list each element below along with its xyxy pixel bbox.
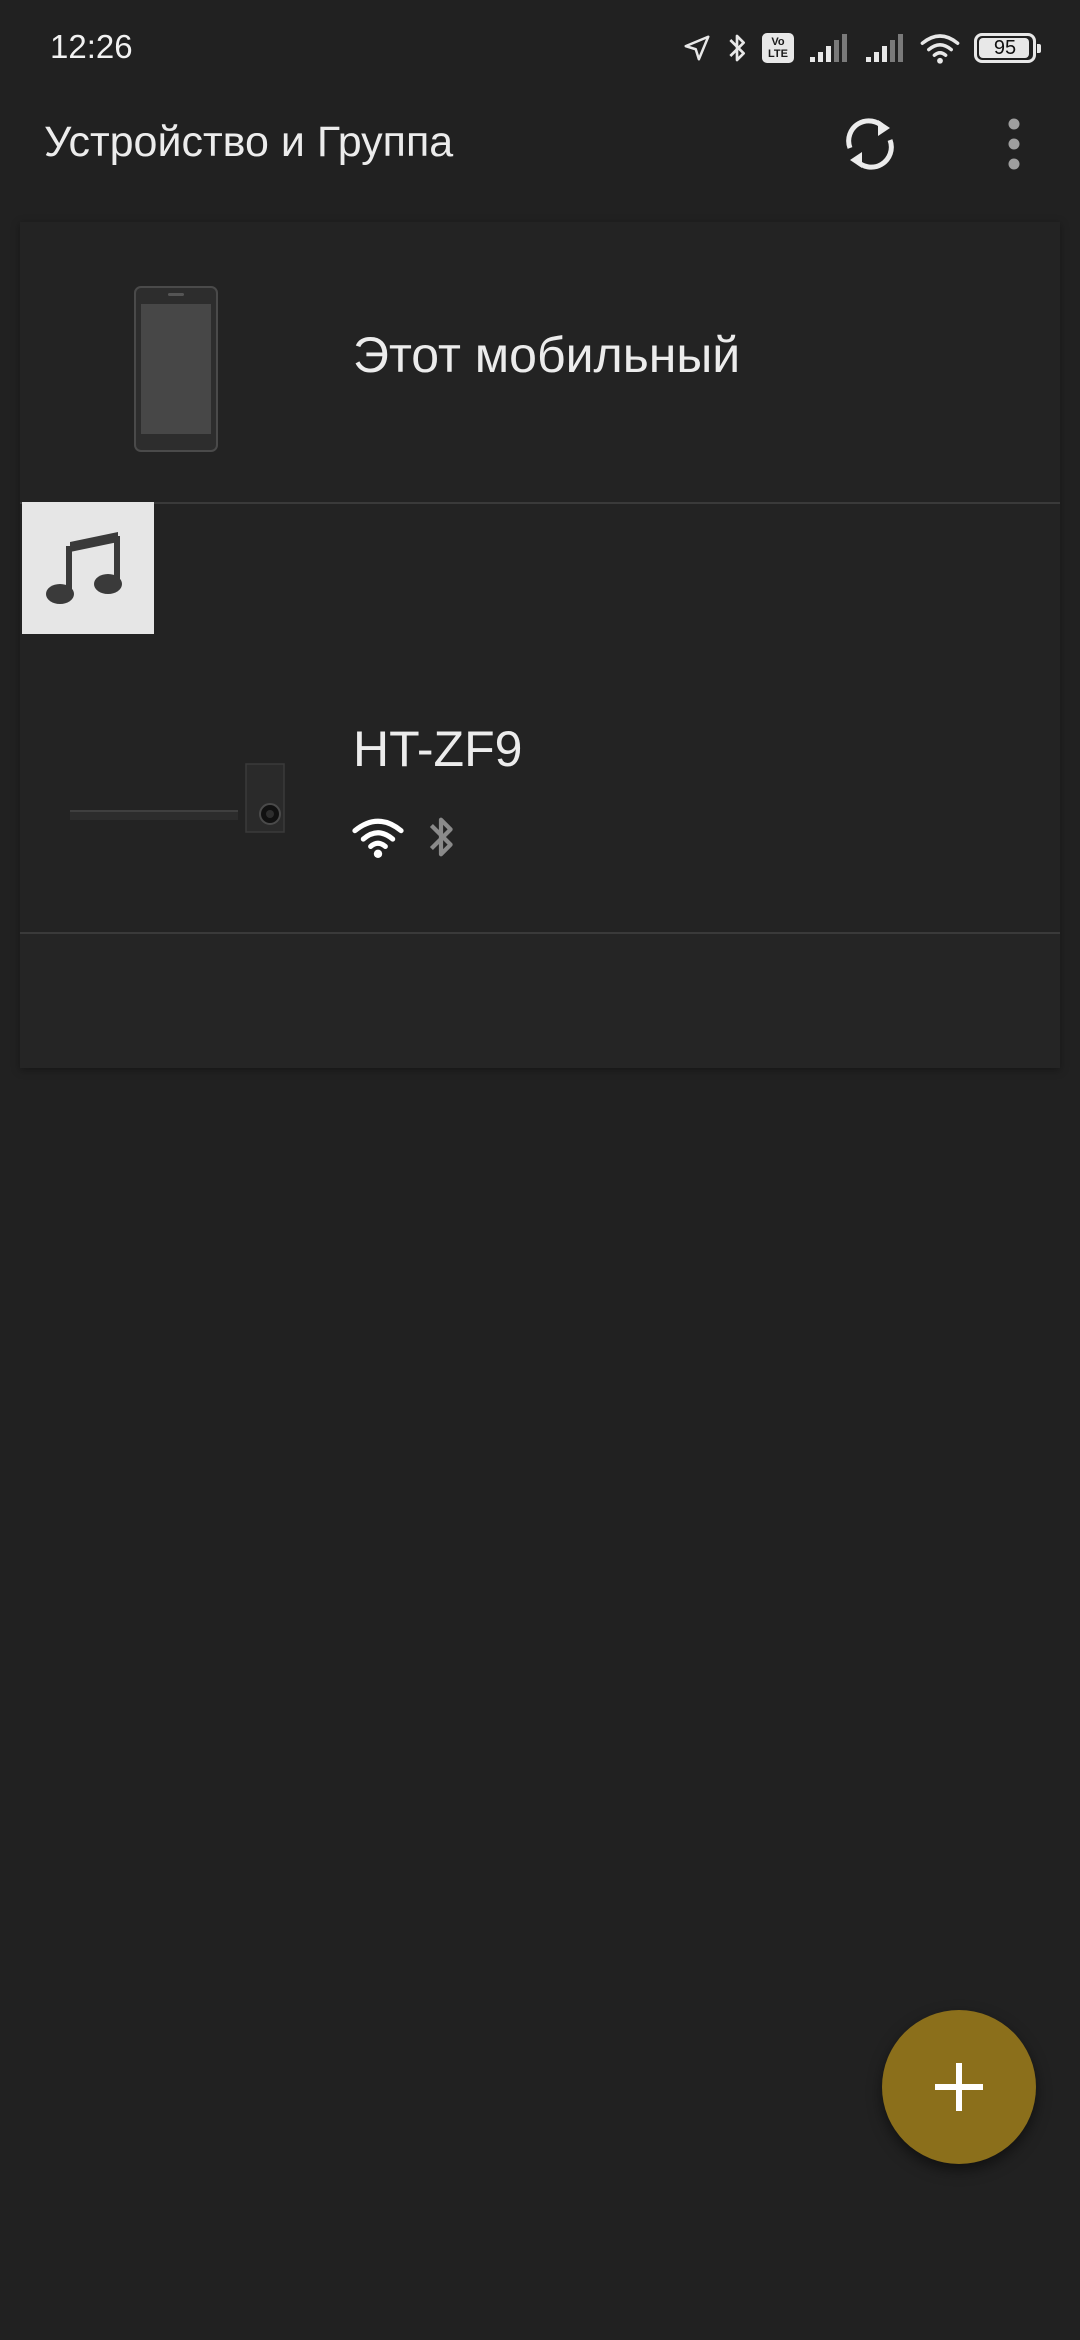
refresh-button[interactable]	[838, 112, 902, 176]
device-name-mobile: Этот мобильный	[353, 327, 741, 383]
refresh-icon	[846, 118, 894, 170]
more-vert-icon	[1008, 118, 1020, 170]
soundbar-image	[70, 763, 285, 833]
bluetooth-icon	[729, 34, 745, 62]
phone-image	[134, 286, 218, 452]
wifi-icon	[352, 818, 404, 858]
status-bar: 12:26 Vo LTE 95	[0, 0, 1080, 96]
status-icons: Vo LTE 95	[682, 26, 1041, 70]
device-group-card: Этот мобильный HT-ZF9	[20, 222, 1060, 1068]
music-source-tile[interactable]	[22, 502, 154, 634]
status-time: 12:26	[50, 28, 133, 65]
plus-icon	[935, 2063, 983, 2111]
app-bar: Устройство и Группа	[0, 96, 1080, 226]
music-note-icon	[46, 532, 122, 604]
device-row-mobile[interactable]: Этот мобильный	[20, 222, 1060, 502]
device-row-ht-zf9[interactable]: HT-ZF9	[20, 654, 1060, 924]
bluetooth-icon	[429, 817, 453, 857]
location-arrow-icon	[684, 35, 710, 61]
wifi-icon	[920, 34, 960, 64]
signal-icon	[810, 34, 847, 62]
device-status-icons	[352, 814, 456, 860]
battery-level: 95	[993, 37, 1017, 59]
divider	[20, 502, 1060, 504]
more-options-button[interactable]	[990, 114, 1038, 174]
device-name-ht-zf9: HT-ZF9	[353, 721, 523, 777]
card-footer	[20, 934, 1060, 1068]
signal-icon	[866, 34, 903, 62]
add-device-button[interactable]	[882, 2010, 1036, 2164]
page-title: Устройство и Группа	[44, 118, 454, 166]
volte-icon: Vo LTE	[762, 33, 794, 63]
battery-icon: 95	[974, 33, 1041, 63]
